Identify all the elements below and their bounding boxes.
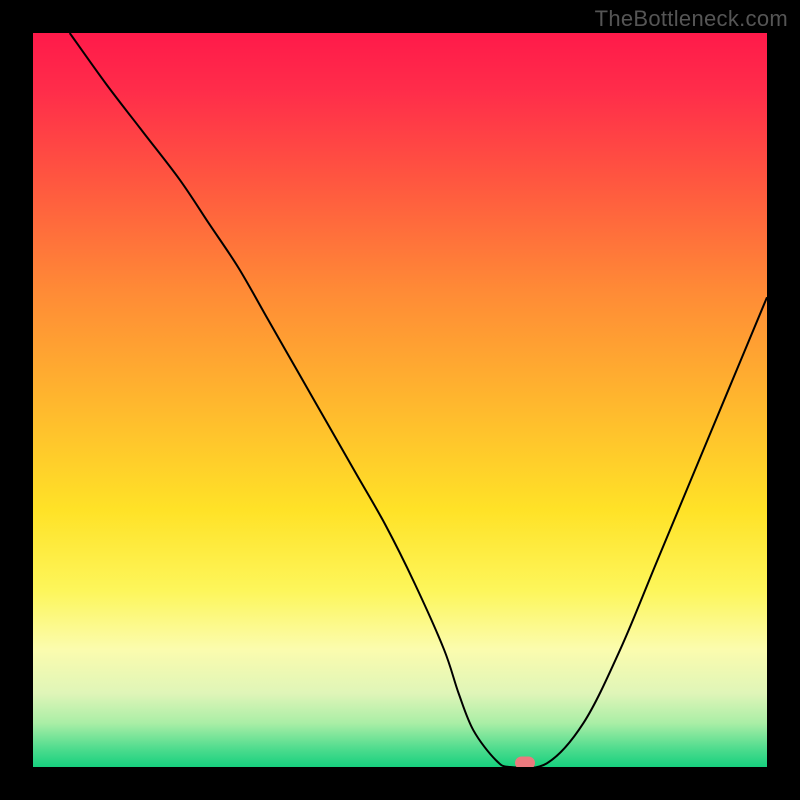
optimal-point-marker [515,757,535,767]
bottleneck-curve [70,33,767,767]
curve-layer [33,33,767,767]
plot-area [33,33,767,767]
watermark-text: TheBottleneck.com [595,6,788,32]
chart-container: TheBottleneck.com [0,0,800,800]
